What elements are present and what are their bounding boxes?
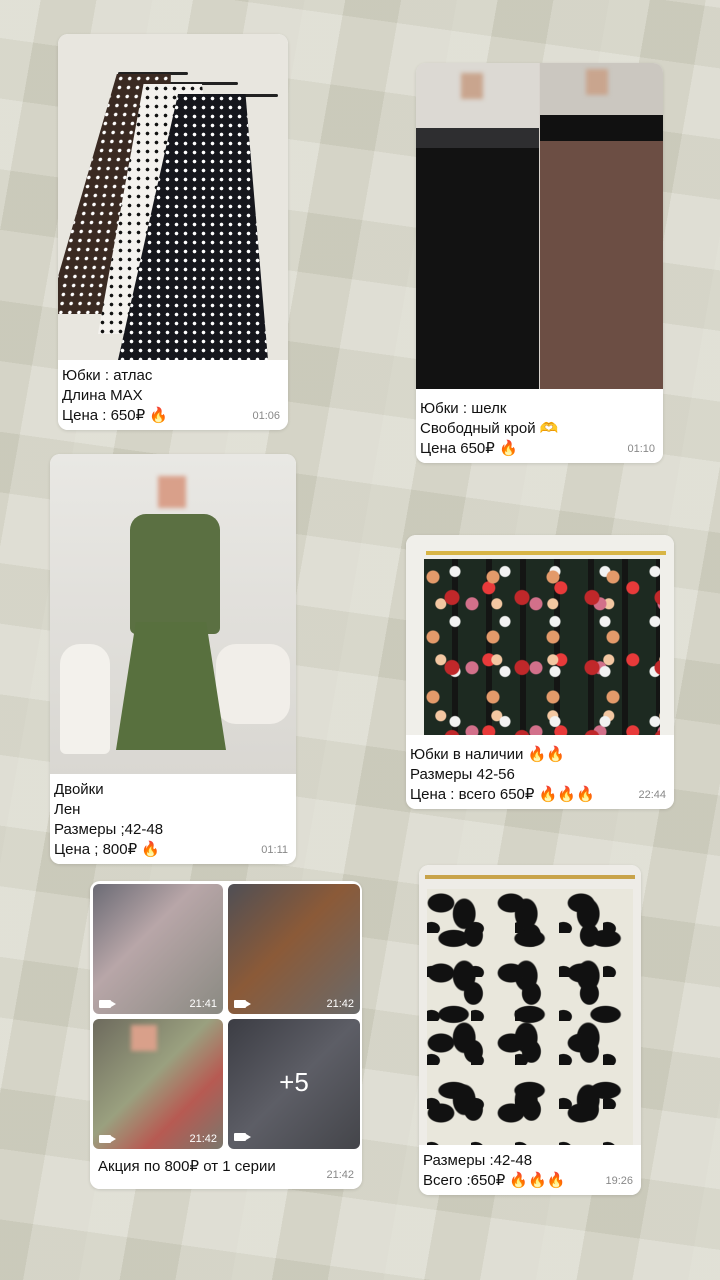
video-time: 21:42 [189, 1133, 217, 1145]
vase-graphic [60, 644, 110, 754]
video-meta: 21:42 [234, 998, 354, 1010]
video-camera-icon [99, 1135, 116, 1143]
post-print-skirts[interactable]: Размеры :42-48 Всего :650₽ 🔥🔥🔥 19:26 [419, 865, 641, 1195]
caption-line: Свободный крой 🫶 [420, 420, 559, 437]
video-camera-icon [234, 1000, 251, 1008]
more-count: +5 [279, 1067, 309, 1097]
post-photo[interactable] [419, 865, 641, 1147]
post-silk-skirts[interactable]: Юбки : шелк Свободный крой 🫶 Цена 650₽ 🔥… [416, 63, 663, 463]
floral-skirts-graphic [424, 559, 660, 735]
post-caption: Юбки в наличии 🔥🔥 Размеры 42-56 Цена : в… [406, 739, 674, 809]
post-caption: Размеры :42-48 Всего :650₽ 🔥🔥🔥 19:26 [419, 1145, 641, 1195]
post-video-album[interactable]: 21:41 21:42 21:42 +5 Акция по 800₽ от 1 … [90, 881, 362, 1189]
cow-print-skirts-graphic [427, 889, 633, 1147]
caption-line: Цена : всего 650₽ 🔥🔥🔥 [410, 786, 595, 803]
model-black-skirt-graphic [416, 63, 539, 389]
post-caption: Юбки : атлас Длина MAX Цена : 650₽ 🔥 01:… [58, 360, 288, 430]
caption-line: Размеры ;42-48 [54, 821, 164, 838]
caption-line: Размеры :42-48 [423, 1152, 533, 1169]
video-time: 21:42 [326, 998, 354, 1010]
caption-line: Юбки : шелк [420, 400, 507, 417]
post-caption: Акция по 800₽ от 1 серии 21:42 [90, 1151, 362, 1189]
post-floral-skirts[interactable]: Юбки в наличии 🔥🔥 Размеры 42-56 Цена : в… [406, 535, 674, 809]
video-camera-icon [99, 1000, 116, 1008]
video-camera-icon [234, 1133, 251, 1141]
green-top-graphic [130, 514, 220, 634]
face-graphic [131, 1025, 157, 1051]
rail-graphic [425, 875, 635, 879]
face-graphic [461, 73, 483, 99]
message-time: 01:10 [627, 443, 655, 455]
model-brown-skirt-graphic [540, 63, 663, 389]
video-time: 21:41 [189, 998, 217, 1010]
video-thumbnail[interactable]: 21:42 [228, 884, 360, 1014]
post-photo[interactable] [50, 454, 296, 776]
message-time: 19:26 [605, 1175, 633, 1187]
message-time: 01:11 [261, 844, 288, 856]
caption-line: Юбки : атлас [62, 367, 153, 384]
message-time: 21:42 [326, 1169, 354, 1181]
post-caption: Двойки Лен Размеры ;42-48 Цена ; 800₽ 🔥 … [50, 774, 296, 864]
post-photo[interactable] [416, 63, 663, 389]
caption-line: Юбки в наличии 🔥🔥 [410, 746, 565, 763]
video-meta: 21:41 [99, 998, 217, 1010]
more-videos-thumbnail[interactable]: +5 [228, 1019, 360, 1149]
green-skirt-graphic [116, 622, 226, 750]
post-caption: Юбки : шелк Свободный крой 🫶 Цена 650₽ 🔥… [416, 393, 663, 463]
caption-line: Размеры 42-56 [410, 766, 515, 783]
rail-graphic [426, 551, 666, 555]
caption-line: Лен [54, 801, 81, 818]
post-photo[interactable] [58, 34, 288, 360]
caption-line: Цена : 650₽ 🔥 [62, 407, 168, 424]
caption-line: Акция по 800₽ от 1 серии [98, 1158, 276, 1175]
message-time: 22:44 [638, 789, 666, 801]
caption-line: Цена ; 800₽ 🔥 [54, 841, 160, 858]
message-time: 01:06 [252, 410, 280, 422]
caption-line: Цена 650₽ 🔥 [420, 440, 518, 457]
post-satin-skirts[interactable]: Юбки : атлас Длина MAX Цена : 650₽ 🔥 01:… [58, 34, 288, 430]
post-photo[interactable] [406, 535, 674, 735]
video-thumbnail[interactable]: 21:42 [93, 1019, 223, 1149]
post-linen-sets[interactable]: Двойки Лен Размеры ;42-48 Цена ; 800₽ 🔥 … [50, 454, 296, 864]
video-meta: 21:42 [99, 1133, 217, 1145]
video-thumbnail[interactable]: 21:41 [93, 884, 223, 1014]
caption-line: Двойки [54, 781, 104, 798]
face-graphic [586, 69, 608, 95]
caption-line: Длина MAX [62, 387, 143, 404]
caption-line: Всего :650₽ 🔥🔥🔥 [423, 1172, 566, 1189]
chair-graphic [216, 644, 290, 724]
face-graphic [158, 476, 186, 508]
